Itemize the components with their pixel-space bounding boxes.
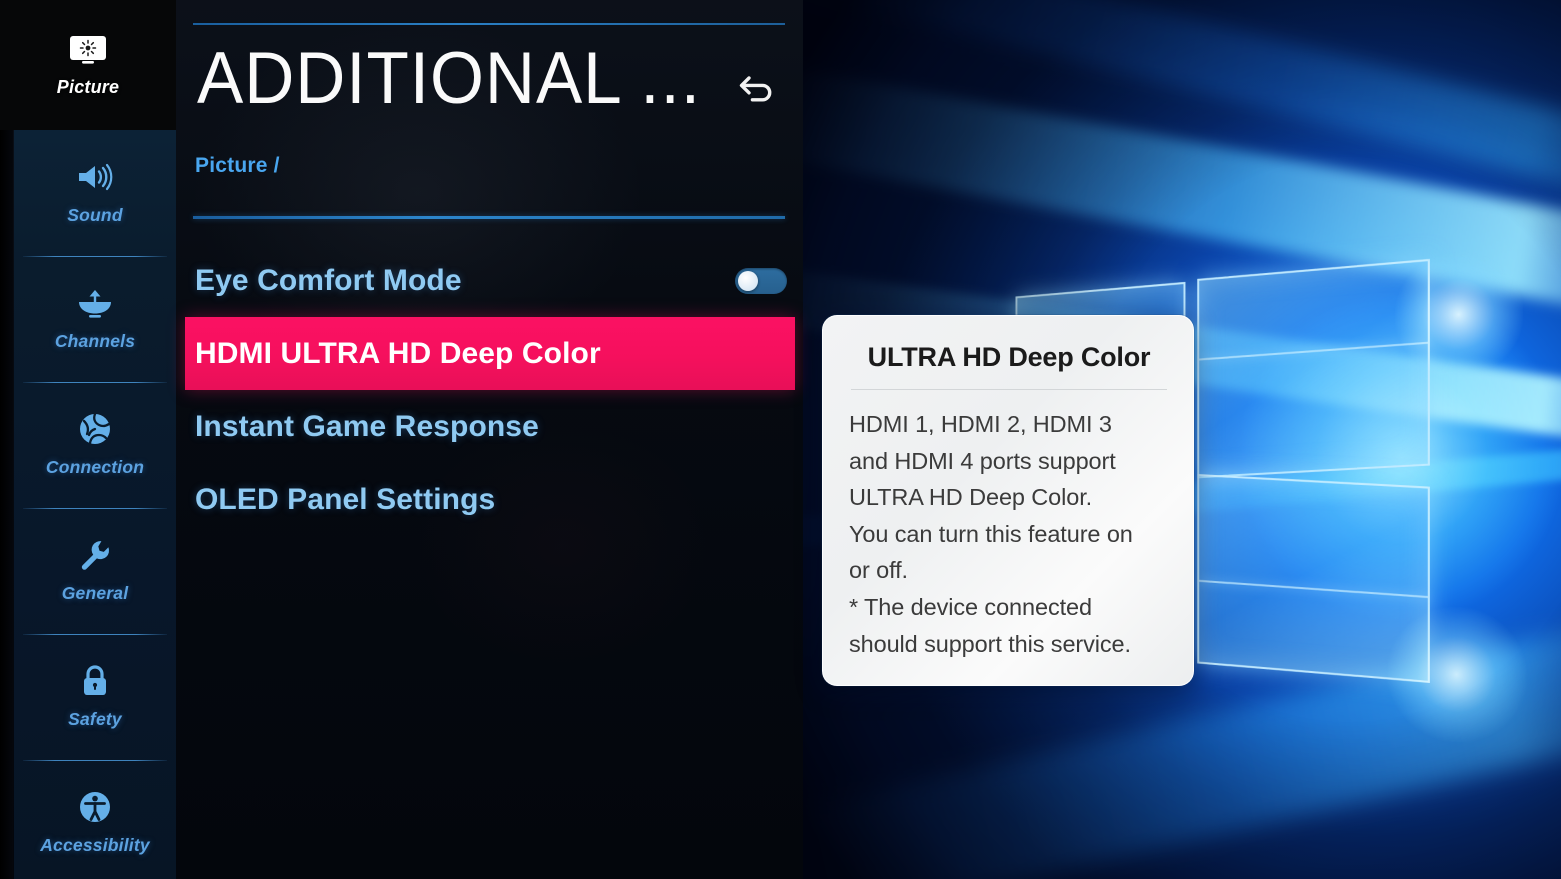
settings-menu-list: Eye Comfort Mode HDMI ULTRA HD Deep Colo… — [185, 244, 795, 536]
sidebar-item-channels[interactable]: Channels — [14, 256, 176, 382]
breadcrumb[interactable]: Picture / — [195, 154, 280, 178]
menu-item-label: OLED Panel Settings — [195, 482, 496, 516]
menu-item-label: HDMI ULTRA HD Deep Color — [195, 336, 601, 370]
page-title: ADDITIONAL ... — [197, 38, 701, 119]
sidebar-left-edge — [0, 0, 13, 879]
sidebar-menu-list: Sound Channels Connection General Safety… — [14, 130, 176, 879]
sidebar-item-label: Picture — [56, 76, 120, 97]
sidebar-item-label: General — [61, 583, 129, 603]
sidebar-item-label: Connection — [45, 457, 145, 477]
accessibility-icon — [74, 790, 116, 824]
satellite-dish-icon — [74, 286, 116, 320]
sidebar-item-picture[interactable]: Picture — [0, 0, 176, 130]
settings-sidebar: Picture Sound Channels Connection Genera… — [0, 0, 176, 879]
sidebar-item-sound[interactable]: Sound — [14, 130, 176, 256]
eye-comfort-mode-toggle[interactable] — [735, 267, 787, 294]
picture-monitor-icon — [67, 33, 109, 67]
speaker-icon — [74, 160, 116, 194]
sidebar-item-general[interactable]: General — [14, 508, 176, 634]
help-tooltip-card: ULTRA HD Deep Color HDMI 1, HDMI 2, HDMI… — [822, 315, 1194, 686]
wrench-icon — [74, 538, 116, 572]
menu-item-oled-panel-settings[interactable]: OLED Panel Settings — [185, 463, 795, 536]
tooltip-body: HDMI 1, HDMI 2, HDMI 3 and HDMI 4 ports … — [849, 411, 1133, 657]
sidebar-item-label: Sound — [67, 205, 123, 225]
back-return-arrow-icon — [736, 71, 776, 110]
menu-item-instant-game-response[interactable]: Instant Game Response — [185, 390, 795, 463]
header-bottom-rule — [193, 216, 785, 219]
tv-settings-screen: Picture Sound Channels Connection Genera… — [0, 0, 1561, 879]
header-top-rule — [193, 23, 785, 25]
tooltip-title: ULTRA HD Deep Color — [867, 342, 1151, 372]
menu-item-label: Instant Game Response — [195, 409, 539, 443]
sidebar-header-area: Picture — [0, 0, 176, 130]
toggle-knob — [738, 270, 758, 291]
menu-item-eye-comfort-mode[interactable]: Eye Comfort Mode — [185, 244, 795, 317]
sidebar-item-safety[interactable]: Safety — [14, 634, 176, 760]
padlock-icon — [74, 664, 116, 698]
sidebar-item-label: Channels — [54, 331, 136, 351]
sidebar-item-label: Accessibility — [40, 835, 150, 855]
network-globe-icon — [74, 412, 116, 446]
tooltip-divider — [851, 389, 1167, 390]
menu-item-hdmi-ultra-hd-deep-color[interactable]: HDMI ULTRA HD Deep Color — [185, 317, 795, 390]
menu-item-label: Eye Comfort Mode — [195, 263, 462, 297]
sidebar-item-accessibility[interactable]: Accessibility — [14, 760, 176, 879]
back-button[interactable] — [733, 68, 779, 112]
sidebar-item-label: Safety — [68, 709, 122, 729]
sidebar-item-connection[interactable]: Connection — [14, 382, 176, 508]
